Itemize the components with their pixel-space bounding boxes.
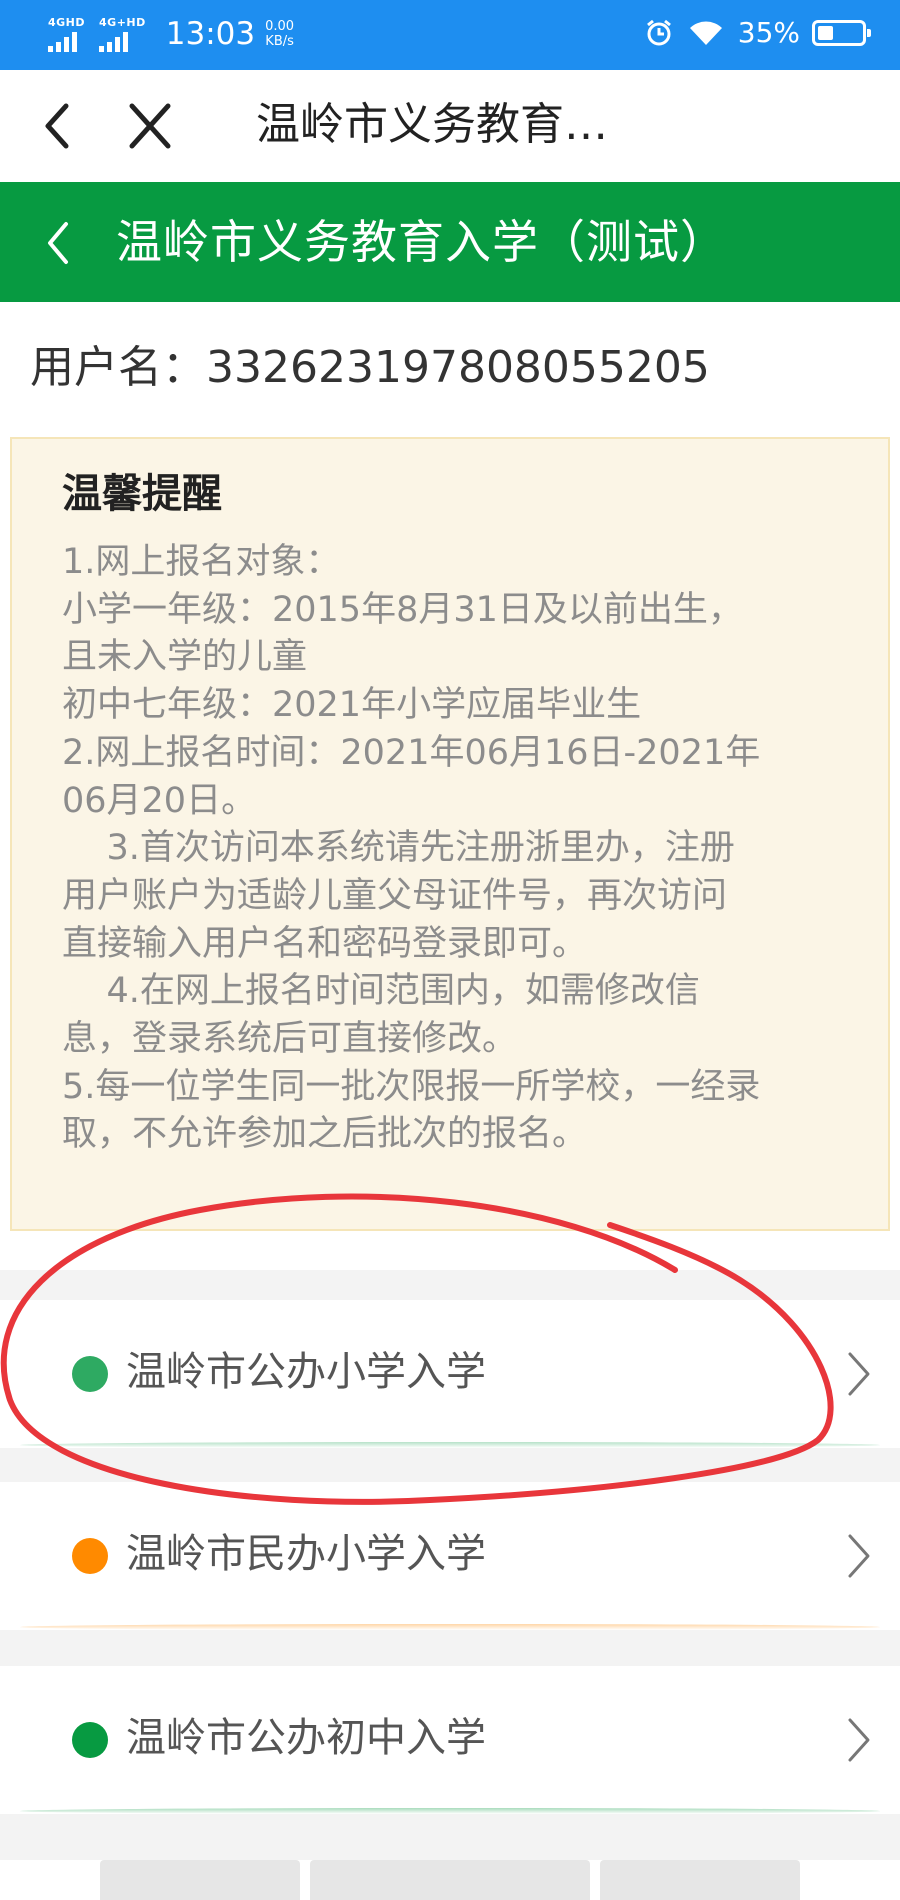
notice-line: 用户账户为适龄儿童父母证件号，再次访问 [62,875,728,916]
browser-title: 温岭市义务教育… [256,99,608,150]
app-header: 温岭市义务教育入学（测试） [0,182,900,302]
notice-title: 温馨提醒 [62,471,222,517]
signal-2-bars-icon [99,31,129,52]
bottom-partial-tabs [0,1860,900,1900]
battery-icon [812,19,871,46]
notice-line: 取，不允许参加之后批次的报名。 [62,1114,588,1155]
page-title: 温岭市义务教育入学（测试） [116,215,727,269]
notice-line: 且未入学的儿童 [62,637,308,678]
signal-1-label: 4GHD [48,15,86,29]
bottom-tab-stub [310,1860,590,1900]
browser-nav: 温岭市义务教育… [0,70,900,182]
notice-line: 06月20日。 [62,780,257,821]
notice-line: 5.每一位学生同一批次限报一所学校，一经录 [62,1066,761,1107]
alarm-icon [646,19,671,45]
signal-1: 4GHD [48,15,86,52]
signal-1-bars-icon [48,31,77,52]
menu-spacer [0,1270,900,1300]
network-speed-unit: KB/s [265,34,294,49]
close-icon[interactable] [122,100,178,152]
status-right: 35% [644,16,871,49]
username-label: 用户名： [30,342,206,393]
bottom-tab-stub [600,1860,800,1900]
status-dot-green [72,1722,108,1758]
status-bar: 4GHD 4G+HD 13:03 0.00 KB/s 35% [0,0,900,70]
network-speed: 0.00 KB/s [265,19,294,49]
notice-line: 2.网上报名时间：2021年06月16日-2021年 [62,732,761,773]
notice-box: 温馨提醒 1.网上报名对象： 小学一年级：2015年8月31日及以前出生， 且未… [10,437,890,1231]
signal-2-label: 4G+HD [99,15,146,29]
chevron-right-icon [848,1534,870,1578]
notice-line: 1.网上报名对象： [62,542,341,582]
menu-item-label: 温岭市公办初中入学 [126,1715,486,1761]
status-dot-orange [72,1538,108,1574]
menu-item-private-primary[interactable]: 温岭市民办小学入学 [0,1482,900,1630]
chevron-right-icon [848,1718,870,1762]
notice-line: 息，登录系统后可直接修改。 [62,1019,518,1060]
notice-content: 1.网上报名对象： 小学一年级：2015年8月31日及以前出生， 且未入学的儿童… [62,539,882,1159]
username-value: 332623197808055205 [206,342,710,393]
menu-spacer [0,1814,900,1860]
bottom-tab-stub [100,1860,300,1900]
notice-line: 直接输入用户名和密码登录即可。 [62,923,588,964]
chevron-right-icon [848,1352,870,1396]
notice-line: 初中七年级：2021年小学应届毕业生 [62,685,642,726]
network-speed-value: 0.00 [265,19,295,34]
signal-2: 4G+HD [99,15,146,52]
notice-line: 小学一年级：2015年8月31日及以前出生， [62,589,743,630]
clock: 13:03 [165,16,256,52]
header-back-icon[interactable] [40,218,76,268]
battery-percent: 35% [737,16,800,49]
username-row: 用户名：332623197808055205 [30,338,710,398]
notice-line: 3.首次访问本系统请先注册浙里办，注册 [62,828,735,869]
menu-item-label: 温岭市公办小学入学 [126,1349,486,1395]
menu-item-label: 温岭市民办小学入学 [126,1531,486,1577]
menu-spacer [0,1630,900,1666]
status-dot-green [72,1356,108,1392]
menu-spacer [0,1448,900,1482]
menu-item-public-middle[interactable]: 温岭市公办初中入学 [0,1666,900,1814]
menu-item-public-primary[interactable]: 温岭市公办小学入学 [0,1300,900,1448]
status-left: 4GHD 4G+HD 13:03 0.00 KB/s [48,14,294,54]
wifi-icon [689,21,722,45]
battery-level [818,25,833,40]
notice-line: 4.在网上报名时间范围内，如需修改信 [62,971,700,1012]
back-icon[interactable] [34,100,84,152]
